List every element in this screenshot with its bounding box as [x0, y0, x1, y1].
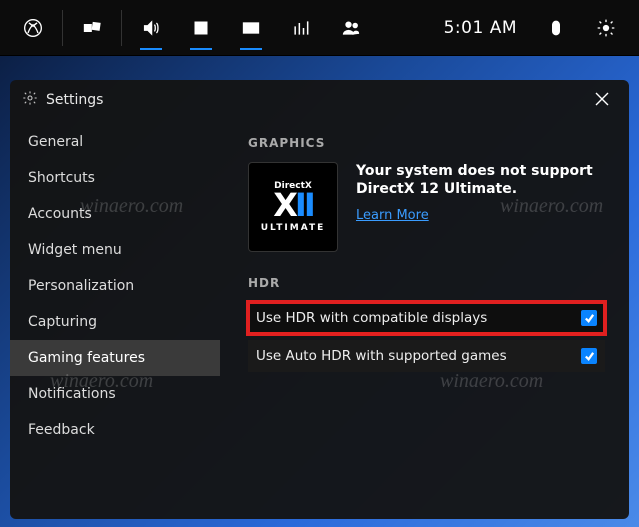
widgets-icon[interactable] [67, 0, 117, 56]
game-bar: 5:01 AM [0, 0, 639, 56]
gear-icon [22, 90, 46, 110]
content: GRAPHICS DirectX XII ULTIMATE Your syste… [220, 120, 629, 519]
audio-icon[interactable] [126, 0, 176, 56]
sidebar-item-capturing[interactable]: Capturing [10, 304, 220, 340]
checkbox-checked-icon[interactable] [581, 310, 597, 326]
hdr-option-compatible-displays[interactable]: Use HDR with compatible displays [248, 302, 605, 334]
tile-main: XII [273, 193, 312, 219]
sidebar: General Shortcuts Accounts Widget menu P… [10, 120, 220, 519]
panel-titlebar: Settings [10, 80, 629, 120]
sidebar-item-shortcuts[interactable]: Shortcuts [10, 160, 220, 196]
directx-row: DirectX XII ULTIMATE Your system does no… [248, 162, 605, 252]
capture-icon[interactable] [176, 0, 226, 56]
panel-body: General Shortcuts Accounts Widget menu P… [10, 120, 629, 519]
sidebar-item-personalization[interactable]: Personalization [10, 268, 220, 304]
social-icon[interactable] [326, 0, 376, 56]
directx-text: Your system does not support DirectX 12 … [356, 162, 605, 223]
checkbox-checked-icon[interactable] [581, 348, 597, 364]
sidebar-item-gaming-features[interactable]: Gaming features [10, 340, 220, 376]
divider [121, 10, 122, 46]
directx-tile: DirectX XII ULTIMATE [248, 162, 338, 252]
sidebar-item-feedback[interactable]: Feedback [10, 412, 220, 448]
settings-gear-icon[interactable] [581, 0, 631, 56]
hdr-header: HDR [248, 276, 605, 290]
option-label: Use Auto HDR with supported games [256, 348, 581, 364]
directx-message: Your system does not support DirectX 12 … [356, 162, 605, 198]
option-label: Use HDR with compatible displays [256, 310, 581, 326]
mouse-icon[interactable] [531, 0, 581, 56]
learn-more-link[interactable]: Learn More [356, 208, 429, 223]
divider [62, 10, 63, 46]
resources-icon[interactable] [276, 0, 326, 56]
sidebar-item-general[interactable]: General [10, 124, 220, 160]
sidebar-item-widget-menu[interactable]: Widget menu [10, 232, 220, 268]
xbox-icon[interactable] [8, 0, 58, 56]
clock: 5:01 AM [430, 18, 531, 38]
graphics-header: GRAPHICS [248, 136, 605, 150]
hdr-option-auto-hdr[interactable]: Use Auto HDR with supported games [248, 340, 605, 372]
sidebar-item-accounts[interactable]: Accounts [10, 196, 220, 232]
tile-bottom: ULTIMATE [261, 223, 326, 233]
panel-title: Settings [46, 92, 595, 108]
performance-icon[interactable] [226, 0, 276, 56]
settings-panel: Settings General Shortcuts Accounts Widg… [10, 80, 629, 519]
close-button[interactable] [595, 91, 617, 110]
sidebar-item-notifications[interactable]: Notifications [10, 376, 220, 412]
